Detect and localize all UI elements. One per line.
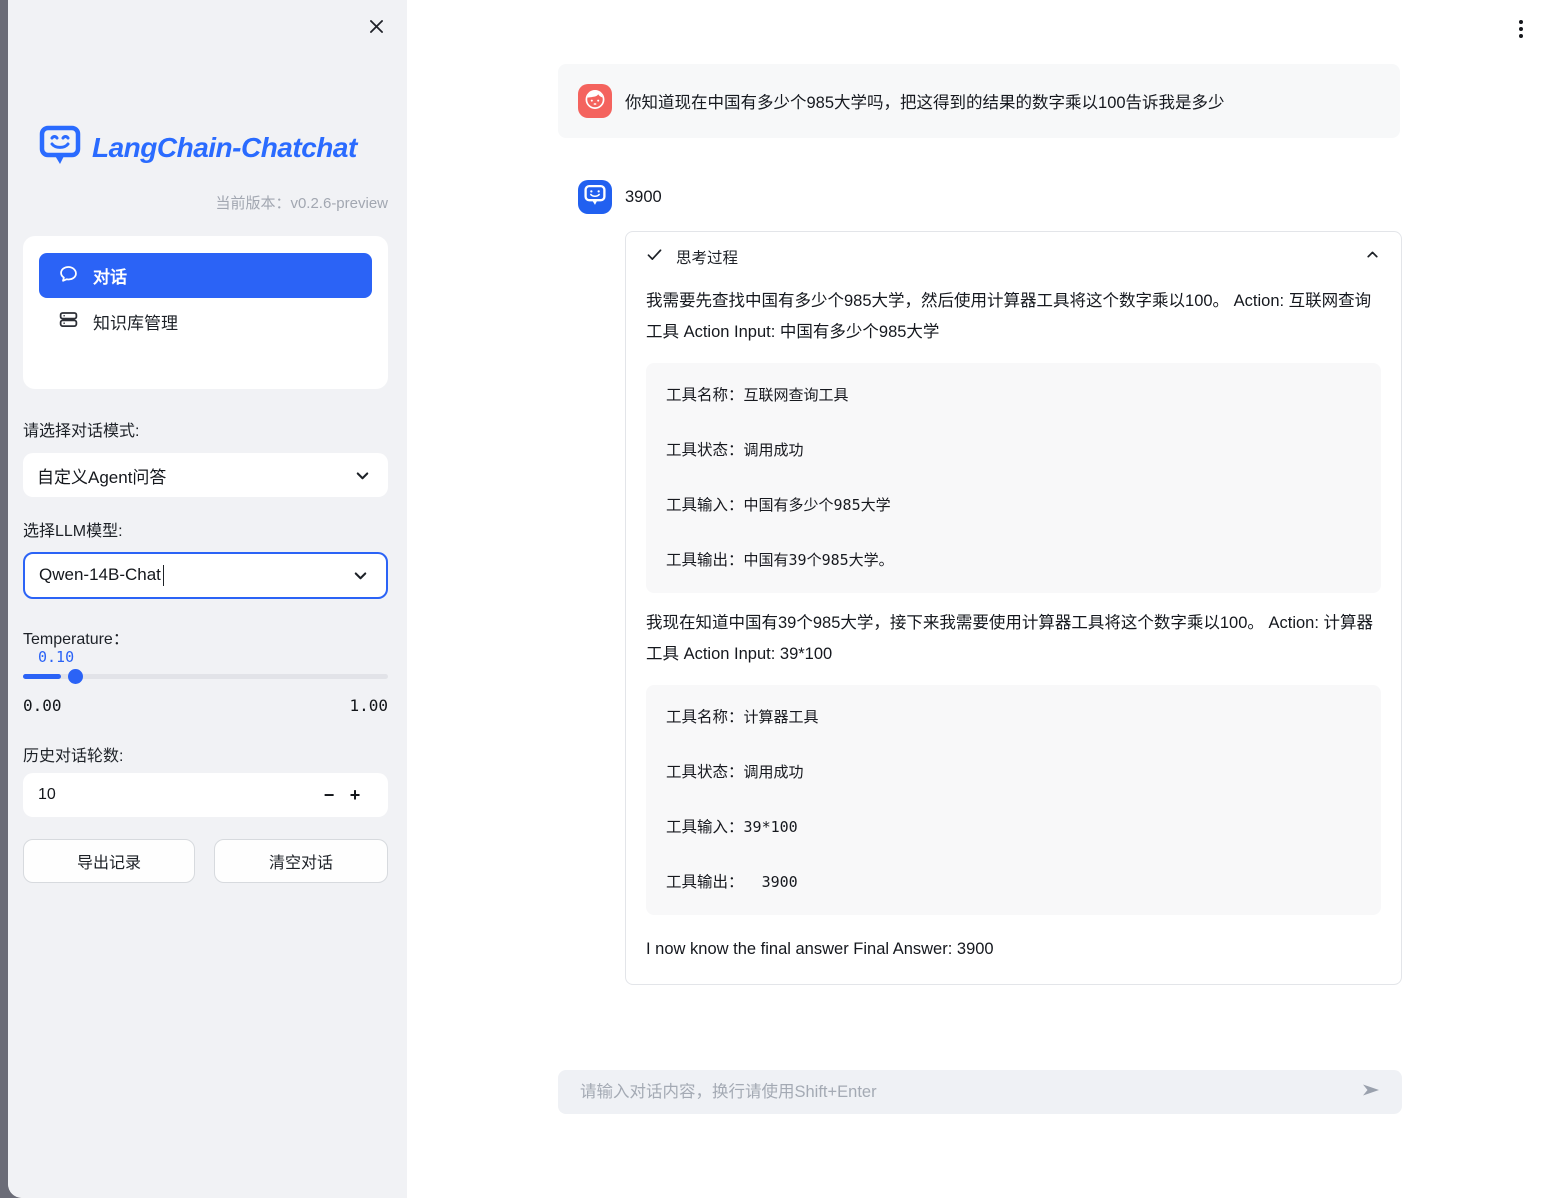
temperature-slider[interactable] [23,674,388,679]
user-avatar [578,84,612,118]
user-avatar-icon [583,87,607,116]
slider-thumb[interactable] [68,669,83,684]
main-menu-button[interactable] [1508,14,1534,44]
dialog-mode-label: 请选择对话模式: [23,417,139,441]
send-icon [1359,1078,1383,1107]
history-rounds-label: 历史对话轮数: [23,742,123,766]
close-icon [367,17,386,41]
brand-title: LangChain-Chatchat [92,132,357,164]
history-rounds-value: 10 [38,786,316,804]
tool-row: 工具名称：计算器工具 [666,709,1361,726]
version-text: 当前版本：v0.2.6-preview [215,192,388,213]
screen: LangChain-Chatchat 当前版本：v0.2.6-preview 对… [0,0,1543,1198]
history-rounds-stepper[interactable]: 10 − + [23,773,388,817]
tool-row: 工具输入：39*100 [666,819,1361,836]
sidebar-item-knowledge-base[interactable]: 知识库管理 [39,299,372,344]
tool-row: 工具状态：调用成功 [666,764,1361,781]
app-window: LangChain-Chatchat 当前版本：v0.2.6-preview 对… [8,0,1543,1198]
logo-chat-bubble-icon [38,122,82,173]
assistant-answer-text: 3900 [625,188,662,207]
tool-row: 工具输出： 3900 [666,874,1361,891]
expander-body: 我需要先查找中国有多少个985大学，然后使用计算器工具将这个数字乘以100。 A… [626,282,1401,959]
sidebar-close-button[interactable] [363,16,389,42]
clear-dialogue-button[interactable]: 清空对话 [214,839,388,883]
brand-logo: LangChain-Chatchat [38,122,357,173]
slider-min-label: 0.00 [23,696,62,715]
slider-fill [23,674,61,679]
menu-icon [1519,20,1523,24]
server-icon [58,309,79,335]
increment-button[interactable]: + [342,785,368,806]
final-answer-text: I now know the final answer Final Answer… [646,940,1381,959]
send-button[interactable] [1354,1075,1388,1109]
thought-paragraph-2: 我现在知道中国有39个985大学，接下来我需要使用计算器工具将这个数字乘以100… [646,608,1383,670]
sidebar-item-label: 对话 [93,263,127,288]
llm-model-select[interactable]: Qwen-14B-Chat [23,552,388,599]
decrement-button[interactable]: − [316,785,342,806]
tool-call-box-2: 工具名称：计算器工具 工具状态：调用成功 工具输入：39*100 工具输出： 3… [646,685,1381,915]
expander-title: 思考过程 [676,246,1351,268]
sidebar-item-label: 知识库管理 [93,309,178,334]
tool-row: 工具输入：中国有多少个985大学 [666,497,1361,514]
chat-input-container [558,1070,1402,1114]
dialog-mode-select[interactable]: 自定义Agent问答 [23,453,388,497]
tool-row: 工具名称：互联网查询工具 [666,387,1361,404]
slider-max-label: 1.00 [349,696,388,715]
llm-model-value: Qwen-14B-Chat [39,565,161,584]
tool-row: 工具输出：中国有39个985大学。 [666,552,1361,569]
expander-header[interactable]: 思考过程 [626,232,1401,282]
dialog-mode-value: 自定义Agent问答 [37,463,166,488]
tool-call-box-1: 工具名称：互联网查询工具 工具状态：调用成功 工具输入：中国有多少个985大学 … [646,363,1381,593]
chat-input[interactable] [578,1082,1354,1103]
assistant-message: 3900 [578,180,662,214]
user-message: 你知道现在中国有多少个985大学吗，把这得到的结果的数字乘以100告诉我是多少 [558,64,1400,138]
chevron-up-icon [1364,246,1381,268]
thought-process-expander: 思考过程 我需要先查找中国有多少个985大学，然后使用计算器工具将这个数字乘以1… [625,231,1402,985]
assistant-avatar [578,180,612,214]
temperature-value: 0.10 [38,648,74,666]
chevron-down-icon [353,466,372,485]
tool-row: 工具状态：调用成功 [666,442,1361,459]
sidebar-item-dialogue[interactable]: 对话 [39,253,372,298]
thought-paragraph-1: 我需要先查找中国有多少个985大学，然后使用计算器工具将这个数字乘以100。 A… [646,286,1383,348]
user-message-text: 你知道现在中国有多少个985大学吗，把这得到的结果的数字乘以100告诉我是多少 [625,89,1225,113]
check-icon [646,246,663,268]
temperature-label: Temperature： [23,625,129,649]
llm-model-label: 选择LLM模型: [23,517,123,541]
bot-avatar-icon [583,183,607,212]
chat-bubble-icon [58,263,79,289]
sidebar: LangChain-Chatchat 当前版本：v0.2.6-preview 对… [8,0,407,1198]
chevron-down-icon [351,566,370,585]
text-cursor [163,565,165,586]
nav-card: 对话 知识库管理 [23,236,388,389]
export-records-button[interactable]: 导出记录 [23,839,195,883]
